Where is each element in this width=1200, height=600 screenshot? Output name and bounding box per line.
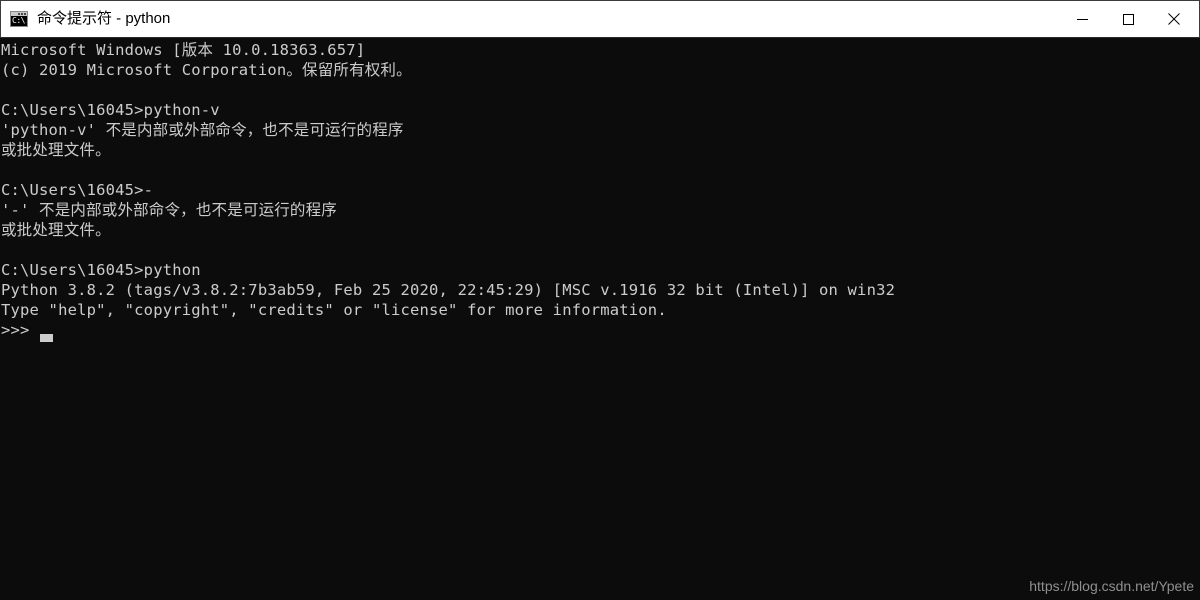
cmd-icon: C:\. [10,11,28,27]
maximize-icon [1122,13,1134,25]
maximize-button[interactable] [1105,1,1151,37]
console-line: (c) 2019 Microsoft Corporation。保留所有权利。 [1,61,412,79]
console-line: >>> [1,321,30,339]
command-prompt-window: C:\. 命令提示符 - python Microsoft Windows [版… [0,0,1200,600]
console-text: Microsoft Windows [版本 10.0.18363.657] (c)… [1,40,1200,340]
window-controls [1059,1,1199,37]
cmd-icon-dot [18,13,20,15]
watermark: https://blog.csdn.net/Ypete [1029,578,1194,594]
text-cursor [40,334,53,342]
console-line: 'python-v' 不是内部或外部命令，也不是可运行的程序 [1,121,404,139]
console-line: C:\Users\16045>- [1,181,154,199]
console-output-area[interactable]: Microsoft Windows [版本 10.0.18363.657] (c)… [0,38,1200,600]
cmd-icon-dot [24,13,26,15]
window-title: 命令提示符 - python [37,10,171,27]
minimize-button[interactable] [1059,1,1105,37]
close-icon [1168,13,1180,25]
console-line: C:\Users\16045>python-v [1,101,220,119]
console-line: Python 3.8.2 (tags/v3.8.2:7b3ab59, Feb 2… [1,281,896,299]
console-line: '-' 不是内部或外部命令，也不是可运行的程序 [1,201,337,219]
title-bar[interactable]: C:\. 命令提示符 - python [0,0,1200,38]
minimize-icon [1076,18,1088,20]
console-line: 或批处理文件。 [1,141,111,159]
close-button[interactable] [1151,1,1197,37]
console-line: 或批处理文件。 [1,221,111,239]
cmd-icon-dot [21,13,23,15]
console-line: Type "help", "copyright", "credits" or "… [1,301,667,319]
console-line: Microsoft Windows [版本 10.0.18363.657] [1,41,366,59]
cmd-icon-label: C:\. [12,16,28,25]
console-line: C:\Users\16045>python [1,261,201,279]
